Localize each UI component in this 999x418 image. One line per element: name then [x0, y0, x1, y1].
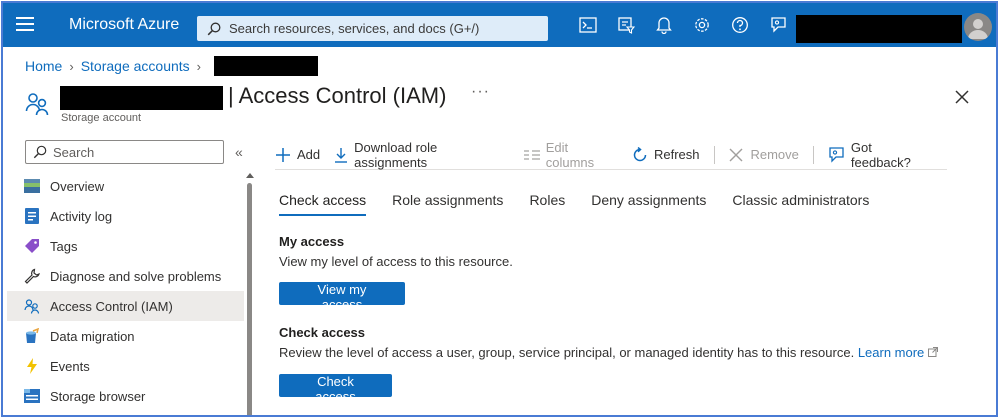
help-icon[interactable]: [721, 13, 759, 37]
cloud-shell-icon[interactable]: [569, 13, 607, 37]
portal-window: Microsoft Azure Search resources, servic…: [1, 1, 998, 417]
download-role-assignments-button[interactable]: Download role assignments: [334, 139, 510, 170]
close-icon[interactable]: [952, 87, 972, 107]
tab-classic-administrators[interactable]: Classic administrators: [732, 192, 869, 216]
scroll-up-icon[interactable]: [246, 173, 254, 178]
people-icon: [24, 298, 40, 314]
sidebar-search-input[interactable]: [53, 144, 223, 160]
sidebar-search[interactable]: [25, 140, 224, 164]
more-options-icon[interactable]: ···: [471, 83, 490, 101]
redacted-account-info: [796, 15, 962, 43]
search-icon: [207, 22, 221, 35]
brand-title[interactable]: Microsoft Azure: [69, 16, 179, 34]
lightning-icon: [24, 358, 40, 374]
external-link-icon: [927, 347, 938, 357]
directory-filter-icon[interactable]: [607, 13, 645, 37]
collapse-sidebar-icon[interactable]: «: [235, 144, 243, 160]
check-access-description: Review the level of access a user, group…: [279, 345, 938, 360]
tab-check-access[interactable]: Check access: [279, 192, 367, 216]
sidebar-item-events[interactable]: Events: [7, 351, 244, 381]
edit-columns-button[interactable]: Edit columns: [523, 139, 618, 170]
sidebar-item-overview[interactable]: Overview: [7, 171, 244, 201]
notifications-icon[interactable]: [645, 13, 683, 37]
edit-columns-label: Edit columns: [545, 139, 595, 170]
feedback-button[interactable]: Got feedback?: [828, 139, 933, 170]
sidebar-item-diagnose[interactable]: Diagnose and solve problems: [7, 261, 244, 291]
hamburger-menu-icon[interactable]: [16, 17, 34, 33]
feedback-icon: [828, 146, 845, 163]
learn-more-link[interactable]: Learn more: [858, 345, 924, 360]
sidebar-item-label: Events: [50, 358, 90, 374]
tags-icon: [24, 238, 40, 254]
close-icon: [728, 147, 744, 163]
sidebar-item-storage-browser[interactable]: Storage browser: [7, 381, 244, 411]
toolbar-divider: [713, 145, 715, 164]
sidebar-item-label: Access Control (IAM): [50, 298, 173, 314]
sidebar-menu: Overview Activity log Tags Diagnose and …: [7, 171, 244, 411]
sidebar-item-label: Activity log: [50, 208, 113, 224]
sidebar-item-label: Storage browser: [50, 388, 146, 404]
columns-icon: [523, 149, 540, 161]
sidebar-item-label: Tags: [50, 238, 78, 254]
data-migration-icon: [24, 328, 40, 344]
remove-button-label: Remove: [750, 147, 799, 162]
top-icon-group: [569, 13, 797, 37]
overview-icon: [24, 178, 40, 194]
page-subtitle: Storage account: [61, 112, 142, 124]
sidebar-item-label: Data migration: [50, 328, 135, 344]
toolbar-divider: [812, 145, 814, 164]
breadcrumb: Home › Storage accounts ›: [25, 56, 319, 76]
chevron-right-icon: ›: [196, 58, 202, 74]
top-bar: Microsoft Azure: [3, 3, 996, 47]
sidebar-item-data-migration[interactable]: Data migration: [7, 321, 244, 351]
scrollbar-thumb[interactable]: [247, 183, 252, 415]
sidebar-item-access-control[interactable]: Access Control (IAM): [7, 291, 244, 321]
activity-log-icon: [24, 208, 40, 224]
avatar[interactable]: [964, 13, 992, 41]
feedback-button-label: Got feedback?: [850, 139, 911, 170]
view-my-access-button[interactable]: View my access: [279, 282, 405, 312]
breadcrumb-home[interactable]: Home: [25, 58, 62, 74]
add-button[interactable]: Add: [275, 143, 320, 167]
check-access-button[interactable]: Check access: [279, 374, 392, 404]
sidebar-item-label: Overview: [50, 178, 105, 194]
download-button-label: Download role assignments: [354, 139, 438, 170]
remove-button[interactable]: Remove: [728, 143, 799, 167]
redacted-account-name: [60, 86, 223, 110]
tab-deny-assignments[interactable]: Deny assignments: [591, 192, 706, 216]
search-icon: [33, 145, 47, 159]
check-access-description-text: Review the level of access a user, group…: [279, 345, 855, 360]
redacted-resource-name: [214, 56, 319, 76]
my-access-description: View my level of access to this resource…: [279, 254, 513, 269]
sidebar-item-tags[interactable]: Tags: [7, 231, 244, 261]
download-icon: [334, 147, 348, 163]
people-icon: [25, 93, 49, 116]
tab-roles[interactable]: Roles: [529, 192, 565, 216]
global-search-box[interactable]: [197, 16, 548, 41]
plus-icon: [275, 147, 291, 163]
sidebar-item-label: Diagnose and solve problems: [50, 268, 222, 284]
page-title: | Access Control (IAM): [228, 83, 447, 108]
refresh-icon: [632, 146, 648, 163]
sidebar-scrollbar[interactable]: [246, 173, 254, 415]
my-access-heading: My access: [279, 234, 345, 249]
check-access-heading: Check access: [279, 325, 366, 340]
wrench-icon: [24, 268, 40, 284]
tab-role-assignments[interactable]: Role assignments: [392, 192, 503, 216]
command-bar: Add Download role assignments Edit colum…: [275, 140, 947, 170]
feedback-icon[interactable]: [759, 13, 797, 37]
refresh-button-label: Refresh: [653, 147, 700, 162]
refresh-button[interactable]: Refresh: [632, 143, 700, 167]
storage-browser-icon: [24, 388, 40, 404]
add-button-label: Add: [297, 147, 321, 162]
global-search-input[interactable]: [229, 21, 529, 36]
tab-strip: Check access Role assignments Roles Deny…: [279, 192, 895, 216]
sidebar-item-activity-log[interactable]: Activity log: [7, 201, 244, 231]
breadcrumb-storage-accounts[interactable]: Storage accounts: [81, 58, 190, 74]
settings-icon[interactable]: [683, 13, 721, 37]
chevron-right-icon: ›: [69, 58, 74, 74]
